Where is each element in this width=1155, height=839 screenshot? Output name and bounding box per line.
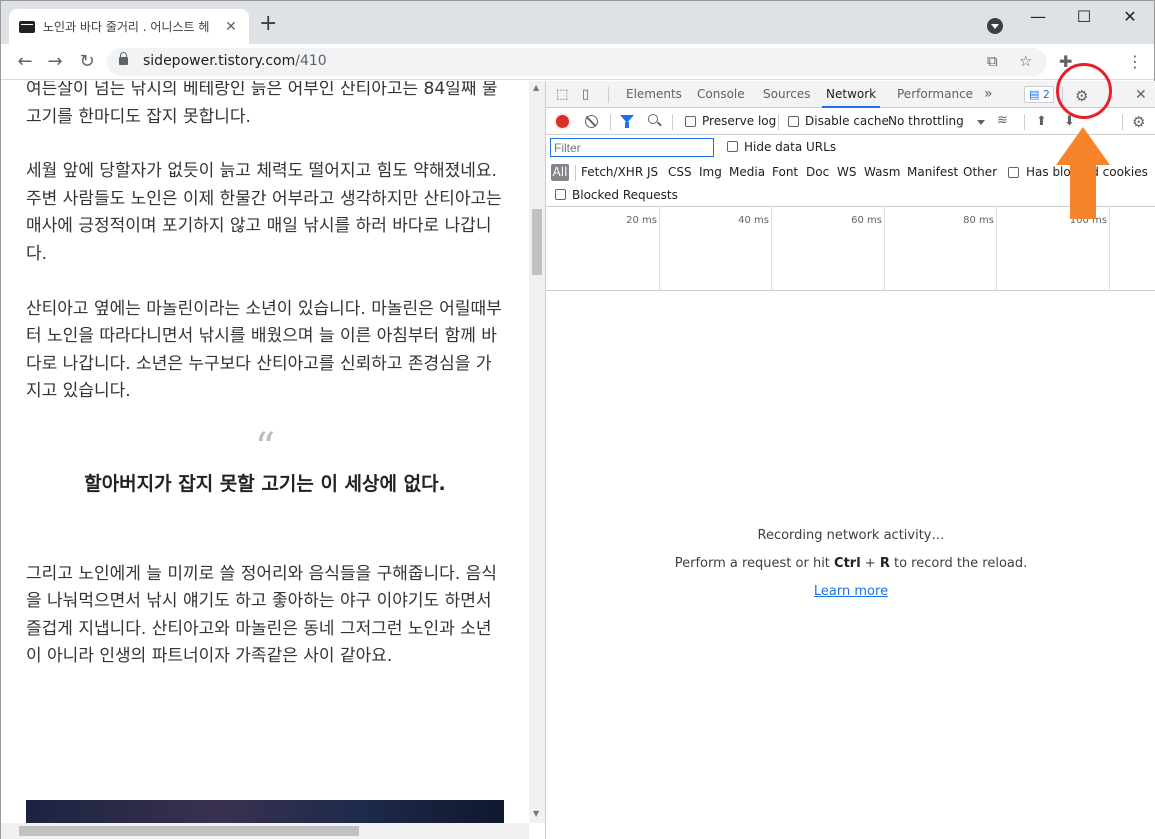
paragraph: 세월 앞에 당할자가 없듯이 늙고 체력도 떨어지고 힘도 약해졌네요. 주변 … bbox=[26, 161, 502, 264]
separator bbox=[672, 114, 673, 130]
type-filter-other[interactable]: Other bbox=[963, 165, 997, 179]
maximize-button[interactable]: ☐ bbox=[1061, 5, 1107, 29]
timeline-gridline bbox=[996, 207, 997, 291]
scroll-thumb[interactable] bbox=[19, 826, 359, 836]
tab-performance[interactable]: Performance bbox=[897, 81, 973, 108]
network-conditions-icon[interactable]: ≋ bbox=[997, 113, 1008, 128]
network-settings-icon[interactable]: ⚙ bbox=[1132, 113, 1145, 131]
quote-mark-icon: “ bbox=[254, 424, 276, 471]
record-hint: Perform a request or hit Ctrl + R to rec… bbox=[674, 556, 1028, 571]
device-toolbar-icon[interactable]: ▯ bbox=[582, 87, 589, 102]
highlight-circle bbox=[1056, 63, 1112, 119]
separator bbox=[575, 165, 576, 181]
new-tab-button[interactable]: + bbox=[259, 13, 277, 35]
paragraph: 그리고 노인에게 늘 미끼로 쓸 정어리와 음식들을 구해줍니다. 음식을 나눠… bbox=[26, 563, 497, 667]
timeline-tick: 20 ms bbox=[626, 215, 657, 226]
inspect-icon[interactable]: ⬚ bbox=[556, 87, 568, 102]
type-filter-all[interactable]: All bbox=[551, 164, 569, 181]
type-filter-font[interactable]: Font bbox=[772, 165, 798, 179]
record-icon[interactable] bbox=[556, 115, 569, 128]
lock-icon bbox=[119, 52, 128, 65]
orange-arrow-icon bbox=[1056, 127, 1110, 219]
blockquote: 할아버지가 잡지 못할 고기는 이 세상에 없다. bbox=[84, 472, 446, 495]
type-filter-media[interactable]: Media bbox=[729, 165, 765, 179]
blocked-requests-checkbox[interactable] bbox=[555, 189, 566, 200]
type-filter-img[interactable]: Img bbox=[699, 165, 722, 179]
address-bar[interactable]: sidepower.tistory.com/410 ⧉ ☆ bbox=[107, 48, 1047, 76]
search-icon[interactable] bbox=[648, 114, 658, 124]
blocked-popup-icon[interactable]: ⧉ bbox=[987, 52, 998, 70]
type-filter-doc[interactable]: Doc bbox=[806, 165, 829, 179]
tab-network[interactable]: Network bbox=[822, 81, 881, 108]
tab-sources[interactable]: Sources bbox=[763, 81, 810, 108]
preserve-log-label: Preserve log bbox=[702, 114, 777, 128]
minimize-button[interactable]: — bbox=[1015, 5, 1061, 29]
timeline-tick: 60 ms bbox=[851, 215, 882, 226]
recording-message: Recording network activity… bbox=[757, 528, 945, 543]
hide-data-urls-label: Hide data URLs bbox=[744, 140, 837, 154]
browser-window: 노인과 바다 줄거리 . 어니스트 헤 ✕ + — ☐ ✕ ← → ↻ side… bbox=[0, 0, 1155, 839]
type-filter-fetch-xhr[interactable]: Fetch/XHR bbox=[581, 165, 643, 179]
web-page: 여든살이 넘는 낚시의 베테랑인 늙은 어부인 산티아고는 84일째 물고기를 … bbox=[1, 81, 545, 839]
filter-input[interactable] bbox=[550, 138, 714, 157]
issues-badge[interactable]: ▤ 2 bbox=[1024, 86, 1054, 103]
timeline-gridline bbox=[771, 207, 772, 291]
paragraph: 여든살이 넘는 낚시의 베테랑인 늙은 어부인 산티아고는 84일째 물고기를 … bbox=[26, 81, 498, 127]
type-filter-wasm[interactable]: Wasm bbox=[864, 165, 900, 179]
hide-data-urls-checkbox[interactable] bbox=[727, 141, 738, 152]
preserve-log-checkbox[interactable] bbox=[685, 116, 696, 127]
has-blocked-cookies-checkbox[interactable] bbox=[1008, 167, 1019, 178]
favicon-icon bbox=[19, 20, 35, 33]
tab-strip: 노인과 바다 줄거리 . 어니스트 헤 ✕ + — ☐ ✕ bbox=[1, 1, 1154, 44]
separator bbox=[1024, 114, 1025, 130]
reload-icon[interactable]: ↻ bbox=[75, 50, 99, 74]
separator bbox=[610, 114, 611, 130]
scroll-down-icon[interactable]: ▼ bbox=[533, 809, 539, 818]
chevron-down-icon bbox=[977, 120, 985, 125]
disable-cache-label: Disable cache bbox=[805, 114, 889, 128]
tab-search-icon[interactable] bbox=[987, 18, 1003, 34]
filter-icon[interactable] bbox=[620, 115, 634, 128]
browser-toolbar: ← → ↻ sidepower.tistory.com/410 ⧉ ☆ ✚ ⋮ bbox=[1, 44, 1154, 80]
vertical-scrollbar[interactable]: ▲ ▼ bbox=[529, 81, 545, 823]
close-window-button[interactable]: ✕ bbox=[1107, 5, 1153, 29]
separator bbox=[608, 87, 609, 103]
more-tabs-icon[interactable]: » bbox=[984, 81, 993, 108]
tab-console[interactable]: Console bbox=[697, 81, 745, 108]
network-overview-timeline[interactable]: 20 ms 40 ms 60 ms 80 ms 100 ms bbox=[546, 207, 1155, 291]
url-text: sidepower.tistory.com/410 bbox=[143, 53, 327, 69]
disable-cache-checkbox[interactable] bbox=[788, 116, 799, 127]
type-filter-manifest[interactable]: Manifest bbox=[907, 165, 958, 179]
horizontal-scrollbar[interactable] bbox=[1, 823, 529, 839]
menu-icon[interactable]: ⋮ bbox=[1127, 52, 1143, 71]
blocked-requests-label: Blocked Requests bbox=[572, 188, 678, 202]
timeline-gridline bbox=[659, 207, 660, 291]
type-filter-js[interactable]: JS bbox=[647, 165, 658, 179]
paragraph: 산티아고 옆에는 마놀린이라는 소년이 있습니다. 마놀린은 어릴때부터 노인을… bbox=[26, 298, 502, 402]
throttling-select[interactable]: No throttling bbox=[888, 114, 964, 128]
timeline-tick: 40 ms bbox=[738, 215, 769, 226]
separator bbox=[1122, 114, 1123, 130]
back-icon[interactable]: ← bbox=[13, 50, 37, 74]
timeline-tick: 80 ms bbox=[963, 215, 994, 226]
type-filter-ws[interactable]: WS bbox=[837, 165, 856, 179]
separator bbox=[778, 114, 779, 130]
tab-close-icon[interactable]: ✕ bbox=[223, 19, 239, 35]
scroll-thumb[interactable] bbox=[532, 209, 542, 275]
timeline-gridline bbox=[884, 207, 885, 291]
scroll-up-icon[interactable]: ▲ bbox=[533, 83, 539, 92]
import-har-icon[interactable]: ⬆ bbox=[1036, 114, 1047, 129]
learn-more-link[interactable]: Learn more bbox=[546, 584, 1155, 599]
bookmark-star-icon[interactable]: ☆ bbox=[1019, 52, 1032, 70]
tab-elements[interactable]: Elements bbox=[626, 81, 682, 108]
tab-title: 노인과 바다 줄거리 . 어니스트 헤 bbox=[43, 20, 210, 34]
article-body: 여든살이 넘는 낚시의 베테랑인 늙은 어부인 산티아고는 84일째 물고기를 … bbox=[26, 81, 504, 698]
type-filter-css[interactable]: CSS bbox=[668, 165, 692, 179]
forward-icon[interactable]: → bbox=[43, 50, 67, 74]
close-devtools-icon[interactable]: ✕ bbox=[1135, 87, 1147, 103]
timeline-gridline bbox=[1109, 207, 1110, 291]
clear-icon[interactable] bbox=[585, 115, 598, 128]
browser-tab[interactable]: 노인과 바다 줄거리 . 어니스트 헤 ✕ bbox=[9, 9, 249, 44]
